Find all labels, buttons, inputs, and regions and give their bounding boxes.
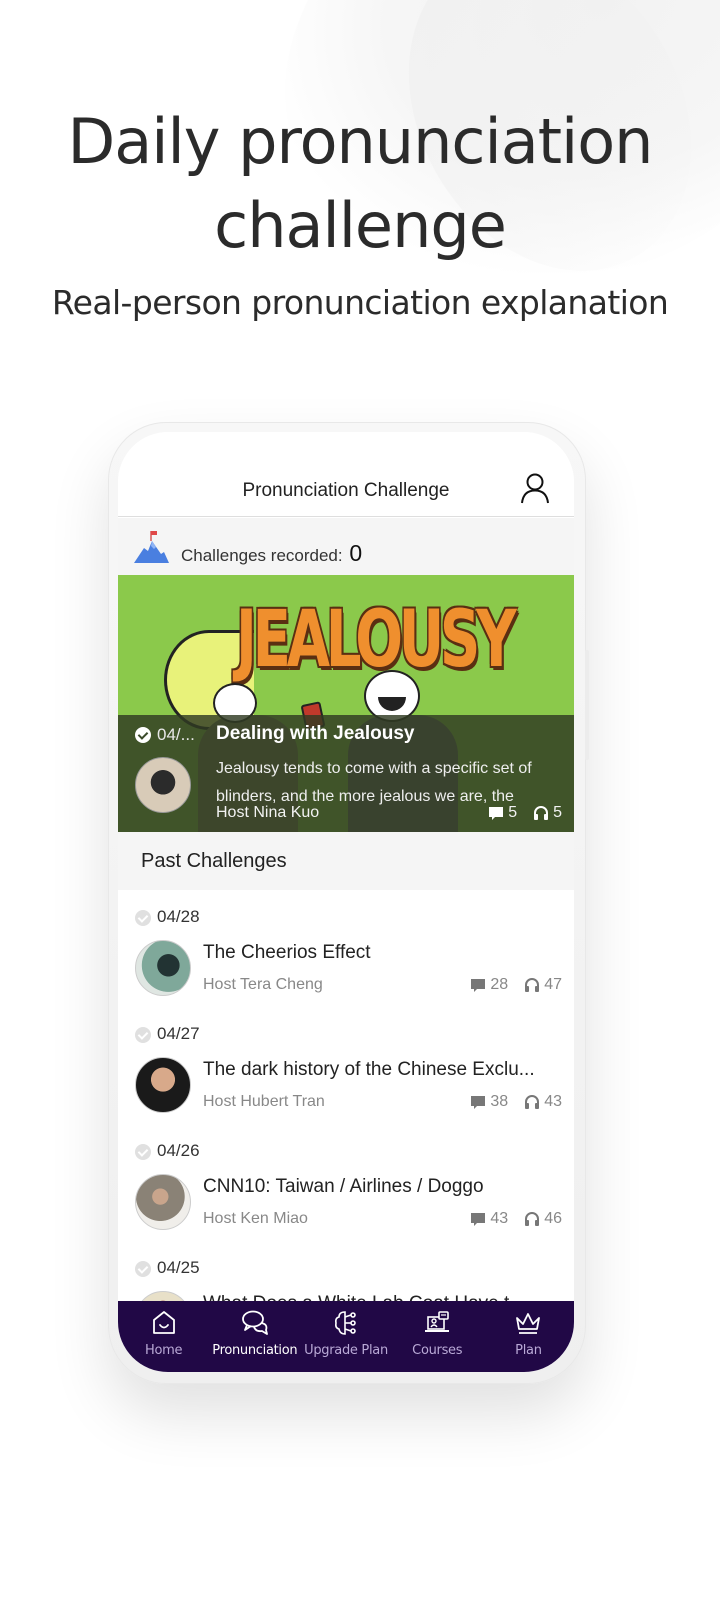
item-date: 04/27: [157, 1024, 200, 1043]
host-avatar: [135, 757, 191, 813]
item-host: Host Ken Miao: [203, 1210, 308, 1227]
comment-count: 5: [508, 804, 518, 821]
check-icon: [135, 1144, 151, 1160]
headphones-icon: [525, 1212, 540, 1226]
nav-label: Plan: [515, 1343, 542, 1358]
nav-label: Upgrade Plan: [304, 1343, 388, 1358]
comment-icon: [471, 1096, 486, 1109]
chat-bubbles-icon: [241, 1310, 268, 1335]
item-date: 04/25: [157, 1258, 200, 1277]
past-challenges-header: Past Challenges: [118, 832, 574, 890]
comment-count: 28: [490, 976, 509, 993]
host-avatar: [135, 1174, 191, 1230]
comment-count: 38: [490, 1093, 509, 1110]
nav-plan[interactable]: Plan: [483, 1301, 574, 1372]
list-item[interactable]: 04/27 The dark history of the Chinese Ex…: [118, 1007, 574, 1124]
comment-count: 43: [490, 1210, 509, 1227]
brain-circuit-icon: [335, 1311, 356, 1335]
featured-challenge-card[interactable]: JEALOUSY 04/... Dealing with Jealousy Je…: [118, 575, 574, 832]
item-metrics: 43 46: [470, 1210, 562, 1228]
comment-icon: [471, 979, 486, 992]
nav-upgrade-plan[interactable]: Upgrade Plan: [300, 1301, 391, 1372]
past-challenges-list: 04/28 The Cheerios Effect Host Tera Chen…: [118, 890, 574, 1358]
listen-count: 43: [544, 1093, 562, 1110]
featured-host: Host Nina Kuo: [216, 804, 320, 821]
item-metrics: 38 43: [470, 1093, 562, 1111]
headphones-icon: [525, 978, 540, 992]
check-icon: [135, 910, 151, 926]
comment-icon: [489, 807, 504, 820]
headphones-icon: [534, 806, 549, 820]
item-title: CNN10: Taiwan / Airlines / Doggo: [203, 1176, 484, 1197]
check-icon: [135, 1261, 151, 1277]
comment-icon: [471, 1213, 486, 1226]
nav-home[interactable]: Home: [118, 1301, 209, 1372]
past-challenges-title: Past Challenges: [141, 850, 287, 872]
listen-count: 46: [544, 1210, 562, 1227]
app-header: Pronunciation Challenge: [118, 432, 574, 517]
featured-metrics: 5 5: [488, 804, 562, 822]
headphones-icon: [525, 1095, 540, 1109]
nav-pronunciation[interactable]: Pronunciation: [209, 1301, 300, 1372]
item-date: 04/28: [157, 907, 200, 926]
hero-subtitle: Real-person pronunciation explanation: [51, 283, 669, 322]
host-avatar: [135, 1057, 191, 1113]
check-icon: [135, 1027, 151, 1043]
nav-label: Courses: [412, 1343, 463, 1358]
hero-title: Daily pronunciation challenge: [0, 100, 720, 268]
listen-count: 5: [553, 804, 562, 821]
list-item[interactable]: 04/26 CNN10: Taiwan / Airlines / Doggo H…: [118, 1124, 574, 1241]
app-header-title: Pronunciation Challenge: [242, 480, 450, 501]
nav-label: Pronunciation: [212, 1343, 298, 1358]
item-title: The Cheerios Effect: [203, 942, 371, 963]
host-avatar: [135, 940, 191, 996]
phone-side-button: [585, 650, 589, 760]
featured-description: Jealousy tends to come with a specific s…: [216, 760, 532, 805]
challenges-recorded-row: Challenges recorded: 0: [118, 518, 574, 575]
mountain-flag-icon: [134, 531, 169, 563]
item-title: The dark history of the Chinese Exclu...: [203, 1059, 535, 1080]
featured-date: 04/...: [157, 725, 195, 744]
listen-count: 47: [544, 976, 562, 993]
nav-label: Home: [145, 1343, 183, 1358]
challenges-recorded-count: 0: [349, 540, 363, 566]
completed-check-icon: [135, 727, 151, 743]
featured-title: Dealing with Jealousy: [216, 723, 415, 744]
item-metrics: 28 47: [470, 976, 562, 994]
hero-title-line-2: challenge: [214, 189, 507, 262]
nav-courses[interactable]: Courses: [392, 1301, 483, 1372]
list-item[interactable]: 04/28 The Cheerios Effect Host Tera Chen…: [118, 890, 574, 1007]
stats-label-text: Challenges recorded:: [181, 546, 348, 565]
crown-icon: [516, 1313, 541, 1334]
item-host: Host Tera Cheng: [203, 976, 323, 993]
banner-title-art: JEALOUSY: [236, 595, 517, 685]
bottom-navigation: Home Pronunciation Upgrade Plan Courses …: [118, 1301, 574, 1372]
home-icon: [152, 1311, 175, 1334]
challenges-recorded-label: Challenges recorded: 0: [181, 540, 362, 567]
hero-title-line-1: Daily pronunciation: [67, 105, 654, 178]
phone-screen: Pronunciation Challenge Challenges recor…: [118, 432, 574, 1372]
user-icon[interactable]: [520, 472, 550, 504]
item-date: 04/26: [157, 1141, 200, 1160]
item-host: Host Hubert Tran: [203, 1093, 325, 1110]
laptop-course-icon: [425, 1311, 450, 1332]
featured-info-overlay: 04/... Dealing with Jealousy Jealousy te…: [118, 715, 574, 832]
